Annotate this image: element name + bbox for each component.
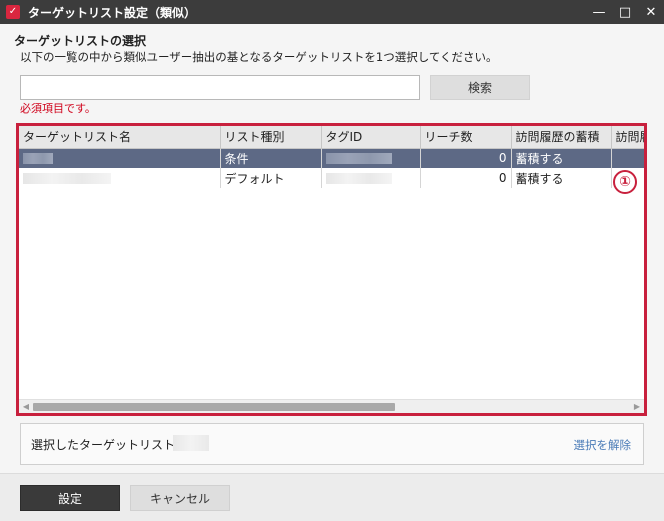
maximize-icon[interactable]: □: [612, 0, 638, 24]
cancel-button[interactable]: キャンセル: [130, 485, 230, 511]
window-controls: — □ ✕: [586, 0, 664, 24]
clear-selection-link[interactable]: 選択を解除: [574, 437, 632, 453]
apply-button[interactable]: 設定: [20, 485, 120, 511]
column-header-list-name[interactable]: ターゲットリスト名: [19, 126, 221, 149]
cell-reach: 0: [420, 168, 512, 188]
column-header-tag-id[interactable]: タグID: [321, 126, 421, 149]
title-bar: ✓ ターゲットリスト設定（類似） — □ ✕: [0, 0, 664, 24]
required-error-message: 必須項目です。: [20, 102, 96, 115]
table-row[interactable]: 条件 0 蓄積する: [19, 148, 644, 168]
search-button[interactable]: 検索: [430, 75, 530, 100]
redacted-text: [23, 153, 53, 165]
column-header-visit-history-2[interactable]: 訪問履: [611, 126, 644, 149]
grid-header-row: ターゲットリスト名 リスト種別 タグID リーチ数 訪問履歴の蓄積 訪問履: [19, 126, 644, 149]
cell-visit-history: 蓄積する: [511, 168, 612, 188]
selected-target-list-panel: 選択したターゲットリスト 選択を解除: [20, 423, 644, 465]
close-icon[interactable]: ✕: [638, 0, 664, 24]
target-list-grid: ターゲットリスト名 リスト種別 タグID リーチ数 訪問履歴の蓄積 訪問履 条件…: [16, 123, 647, 416]
dialog-footer: 設定 キャンセル: [0, 473, 664, 521]
cell-reach: 0: [420, 148, 512, 168]
column-header-reach[interactable]: リーチ数: [420, 126, 512, 149]
cell-list-name: [19, 168, 221, 188]
selected-target-list-value: [173, 435, 209, 451]
cell-list-type: デフォルト: [220, 168, 322, 188]
cell-tag-id: [321, 148, 421, 168]
section-title: ターゲットリストの選択: [14, 34, 147, 48]
instruction-text: 以下の一覧の中から類似ユーザー抽出の基となるターゲットリストを1つ選択してくださ…: [20, 50, 498, 64]
table-row[interactable]: デフォルト 0 蓄積する: [19, 168, 644, 188]
scroll-left-icon[interactable]: ◀: [19, 400, 33, 413]
redacted-text: [325, 153, 392, 165]
scroll-right-icon[interactable]: ▶: [630, 400, 644, 413]
minimize-icon[interactable]: —: [586, 0, 612, 24]
column-header-list-type[interactable]: リスト種別: [220, 126, 322, 149]
redacted-text: [325, 173, 392, 184]
cell-list-type: 条件: [220, 148, 322, 168]
scrollbar-thumb[interactable]: [33, 403, 395, 411]
cell-visit-history: 蓄積する: [511, 148, 612, 168]
window-title: ターゲットリスト設定（類似）: [28, 5, 197, 20]
selected-target-list-label: 選択したターゲットリスト: [31, 438, 176, 452]
cell-extra: [611, 148, 644, 168]
redacted-text: [23, 173, 111, 184]
horizontal-scrollbar[interactable]: ◀ ▶: [19, 399, 644, 413]
annotation-badge: ①: [613, 170, 637, 194]
target-list-table: ターゲットリスト名 リスト種別 タグID リーチ数 訪問履歴の蓄積 訪問履 条件…: [19, 126, 644, 188]
checkmark-app-icon: ✓: [6, 5, 20, 19]
cell-list-name: [19, 148, 221, 168]
cell-tag-id: [321, 168, 421, 188]
search-input[interactable]: [20, 75, 420, 100]
column-header-visit-history[interactable]: 訪問履歴の蓄積: [511, 126, 612, 149]
